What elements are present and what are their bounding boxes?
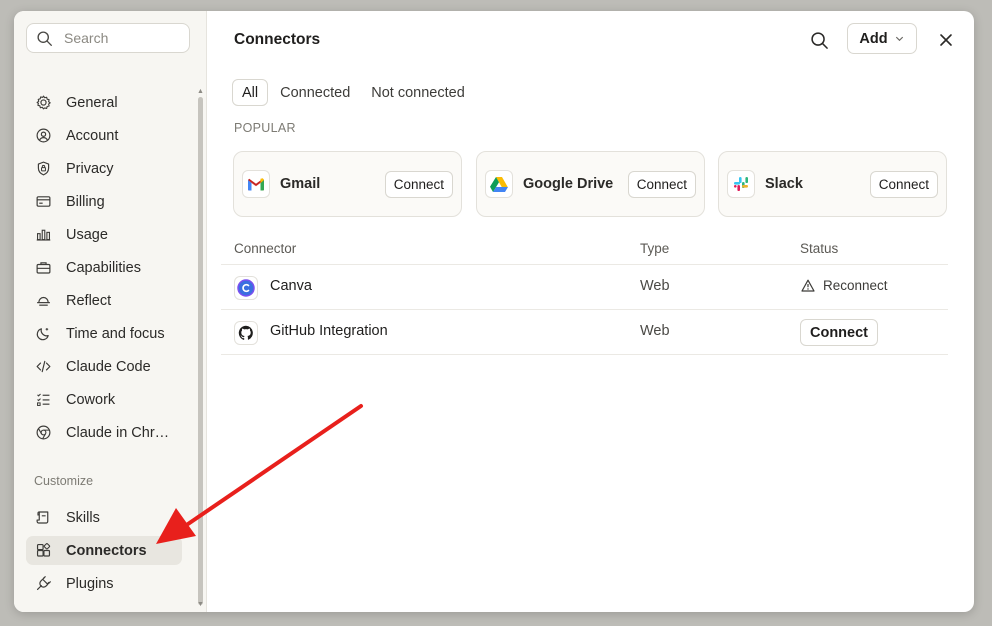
popular-card-gmail[interactable]: Gmail Connect bbox=[233, 151, 462, 217]
user-circle-icon bbox=[34, 127, 52, 145]
sidebar-item-label: Claude in Chr… bbox=[66, 424, 170, 441]
status-label: Reconnect bbox=[823, 278, 888, 293]
sunrise-icon bbox=[34, 292, 52, 310]
sidebar-item-time-and-focus[interactable]: Time and focus bbox=[26, 319, 182, 348]
sidebar-item-claude-in-chrome[interactable]: Claude in Chr… bbox=[26, 418, 182, 447]
sidebar-item-claude-code[interactable]: Claude Code bbox=[26, 352, 182, 381]
table-row[interactable]: GitHub Integration Web Connect bbox=[221, 309, 948, 354]
close-button[interactable] bbox=[935, 29, 957, 51]
sidebar-item-billing[interactable]: Billing bbox=[26, 187, 182, 216]
popular-section-label: POPULAR bbox=[234, 121, 296, 135]
table-row[interactable]: Canva Web Reconnect bbox=[221, 264, 948, 309]
canva-icon bbox=[234, 276, 258, 300]
sidebar-item-label: General bbox=[66, 94, 118, 111]
sidebar-item-label: Billing bbox=[66, 193, 105, 210]
header-search-button[interactable] bbox=[807, 28, 831, 52]
reconnect-link[interactable]: Reconnect bbox=[801, 278, 888, 293]
shield-icon bbox=[34, 160, 52, 178]
sidebar-item-account[interactable]: Account bbox=[26, 121, 182, 150]
sidebar-item-general[interactable]: General bbox=[26, 88, 182, 117]
search-input[interactable] bbox=[62, 29, 176, 47]
gear-icon bbox=[34, 94, 52, 112]
credit-card-icon bbox=[34, 193, 52, 211]
sidebar-item-label: Claude Code bbox=[66, 358, 151, 375]
customize-group-label: Customize bbox=[34, 474, 94, 488]
sidebar-item-label: Plugins bbox=[66, 575, 114, 592]
sidebar-item-label: Reflect bbox=[66, 292, 112, 309]
connect-button[interactable]: Connect bbox=[869, 170, 938, 198]
globe-icon bbox=[34, 424, 52, 442]
bar-chart-icon bbox=[34, 226, 52, 244]
moon-icon bbox=[34, 325, 52, 343]
search-icon bbox=[37, 30, 52, 46]
filter-tabs: All Connected Not connected bbox=[232, 79, 477, 106]
close-icon bbox=[940, 34, 952, 46]
connector-type: Web bbox=[640, 323, 670, 339]
sidebar-item-skills[interactable]: Skills bbox=[26, 503, 182, 532]
column-header-status: Status bbox=[800, 241, 839, 256]
tab-not-connected[interactable]: Not connected bbox=[362, 79, 474, 106]
connector-name: Canva bbox=[270, 278, 312, 294]
sidebar-item-connectors[interactable]: Connectors bbox=[26, 536, 182, 565]
connector-type: Web bbox=[640, 278, 670, 294]
sidebar-item-usage[interactable]: Usage bbox=[26, 220, 182, 249]
sidebar-item-capabilities[interactable]: Capabilities bbox=[26, 253, 182, 282]
main-panel: Connectors Add All Connected Not connect… bbox=[207, 11, 974, 612]
sidebar-item-label: Capabilities bbox=[66, 259, 141, 276]
connector-name: GitHub Integration bbox=[270, 323, 388, 339]
github-icon bbox=[234, 321, 258, 345]
sidebar: General Account Privacy Billing Usage Ca… bbox=[14, 11, 207, 612]
scroll-up-arrow[interactable]: ▲ bbox=[197, 88, 204, 95]
connectors-icon bbox=[34, 542, 52, 560]
page-title: Connectors bbox=[234, 31, 321, 48]
scroll-down-arrow[interactable]: ▼ bbox=[197, 601, 204, 608]
connect-button[interactable]: Connect bbox=[627, 170, 696, 198]
add-button-label: Add bbox=[859, 30, 888, 47]
sidebar-item-label: Privacy bbox=[66, 160, 114, 177]
sidebar-item-label: Cowork bbox=[66, 391, 116, 408]
sidebar-item-label: Account bbox=[66, 127, 119, 144]
sidebar-item-privacy[interactable]: Privacy bbox=[26, 154, 182, 183]
slack-icon bbox=[727, 170, 755, 198]
sidebar-item-label: Skills bbox=[66, 509, 100, 526]
sidebar-item-label: Connectors bbox=[66, 542, 147, 559]
toolbox-icon bbox=[34, 259, 52, 277]
scroll-icon bbox=[34, 509, 52, 527]
sidebar-item-reflect[interactable]: Reflect bbox=[26, 286, 182, 315]
connect-button[interactable]: Connect bbox=[384, 170, 453, 198]
popular-card-google-drive[interactable]: Google Drive Connect bbox=[476, 151, 705, 217]
card-name: Slack bbox=[765, 176, 803, 192]
sidebar-item-label: Usage bbox=[66, 226, 108, 243]
warning-icon bbox=[801, 279, 815, 292]
connect-button[interactable]: Connect bbox=[800, 319, 878, 346]
column-header-connector: Connector bbox=[234, 241, 297, 256]
sidebar-item-plugins[interactable]: Plugins bbox=[26, 569, 182, 598]
gmail-icon bbox=[242, 170, 270, 198]
settings-dialog: General Account Privacy Billing Usage Ca… bbox=[14, 11, 974, 612]
card-name: Google Drive bbox=[523, 176, 614, 192]
card-name: Gmail bbox=[280, 176, 321, 192]
chevron-down-icon bbox=[895, 36, 903, 42]
google-drive-icon bbox=[485, 170, 513, 198]
sidebar-scrollbar[interactable] bbox=[198, 97, 203, 605]
column-header-type: Type bbox=[640, 241, 670, 256]
checklist-icon bbox=[34, 391, 52, 409]
table-bottom-divider bbox=[221, 354, 948, 355]
sidebar-item-cowork[interactable]: Cowork bbox=[26, 385, 182, 414]
code-icon bbox=[34, 358, 52, 376]
popular-card-slack[interactable]: Slack Connect bbox=[718, 151, 947, 217]
add-button[interactable]: Add bbox=[847, 23, 917, 54]
sidebar-item-label: Time and focus bbox=[66, 325, 165, 342]
search-box[interactable] bbox=[26, 23, 190, 53]
tab-connected[interactable]: Connected bbox=[271, 79, 359, 106]
plug-icon bbox=[34, 575, 52, 593]
tab-all[interactable]: All bbox=[232, 79, 269, 106]
search-icon bbox=[810, 31, 828, 49]
